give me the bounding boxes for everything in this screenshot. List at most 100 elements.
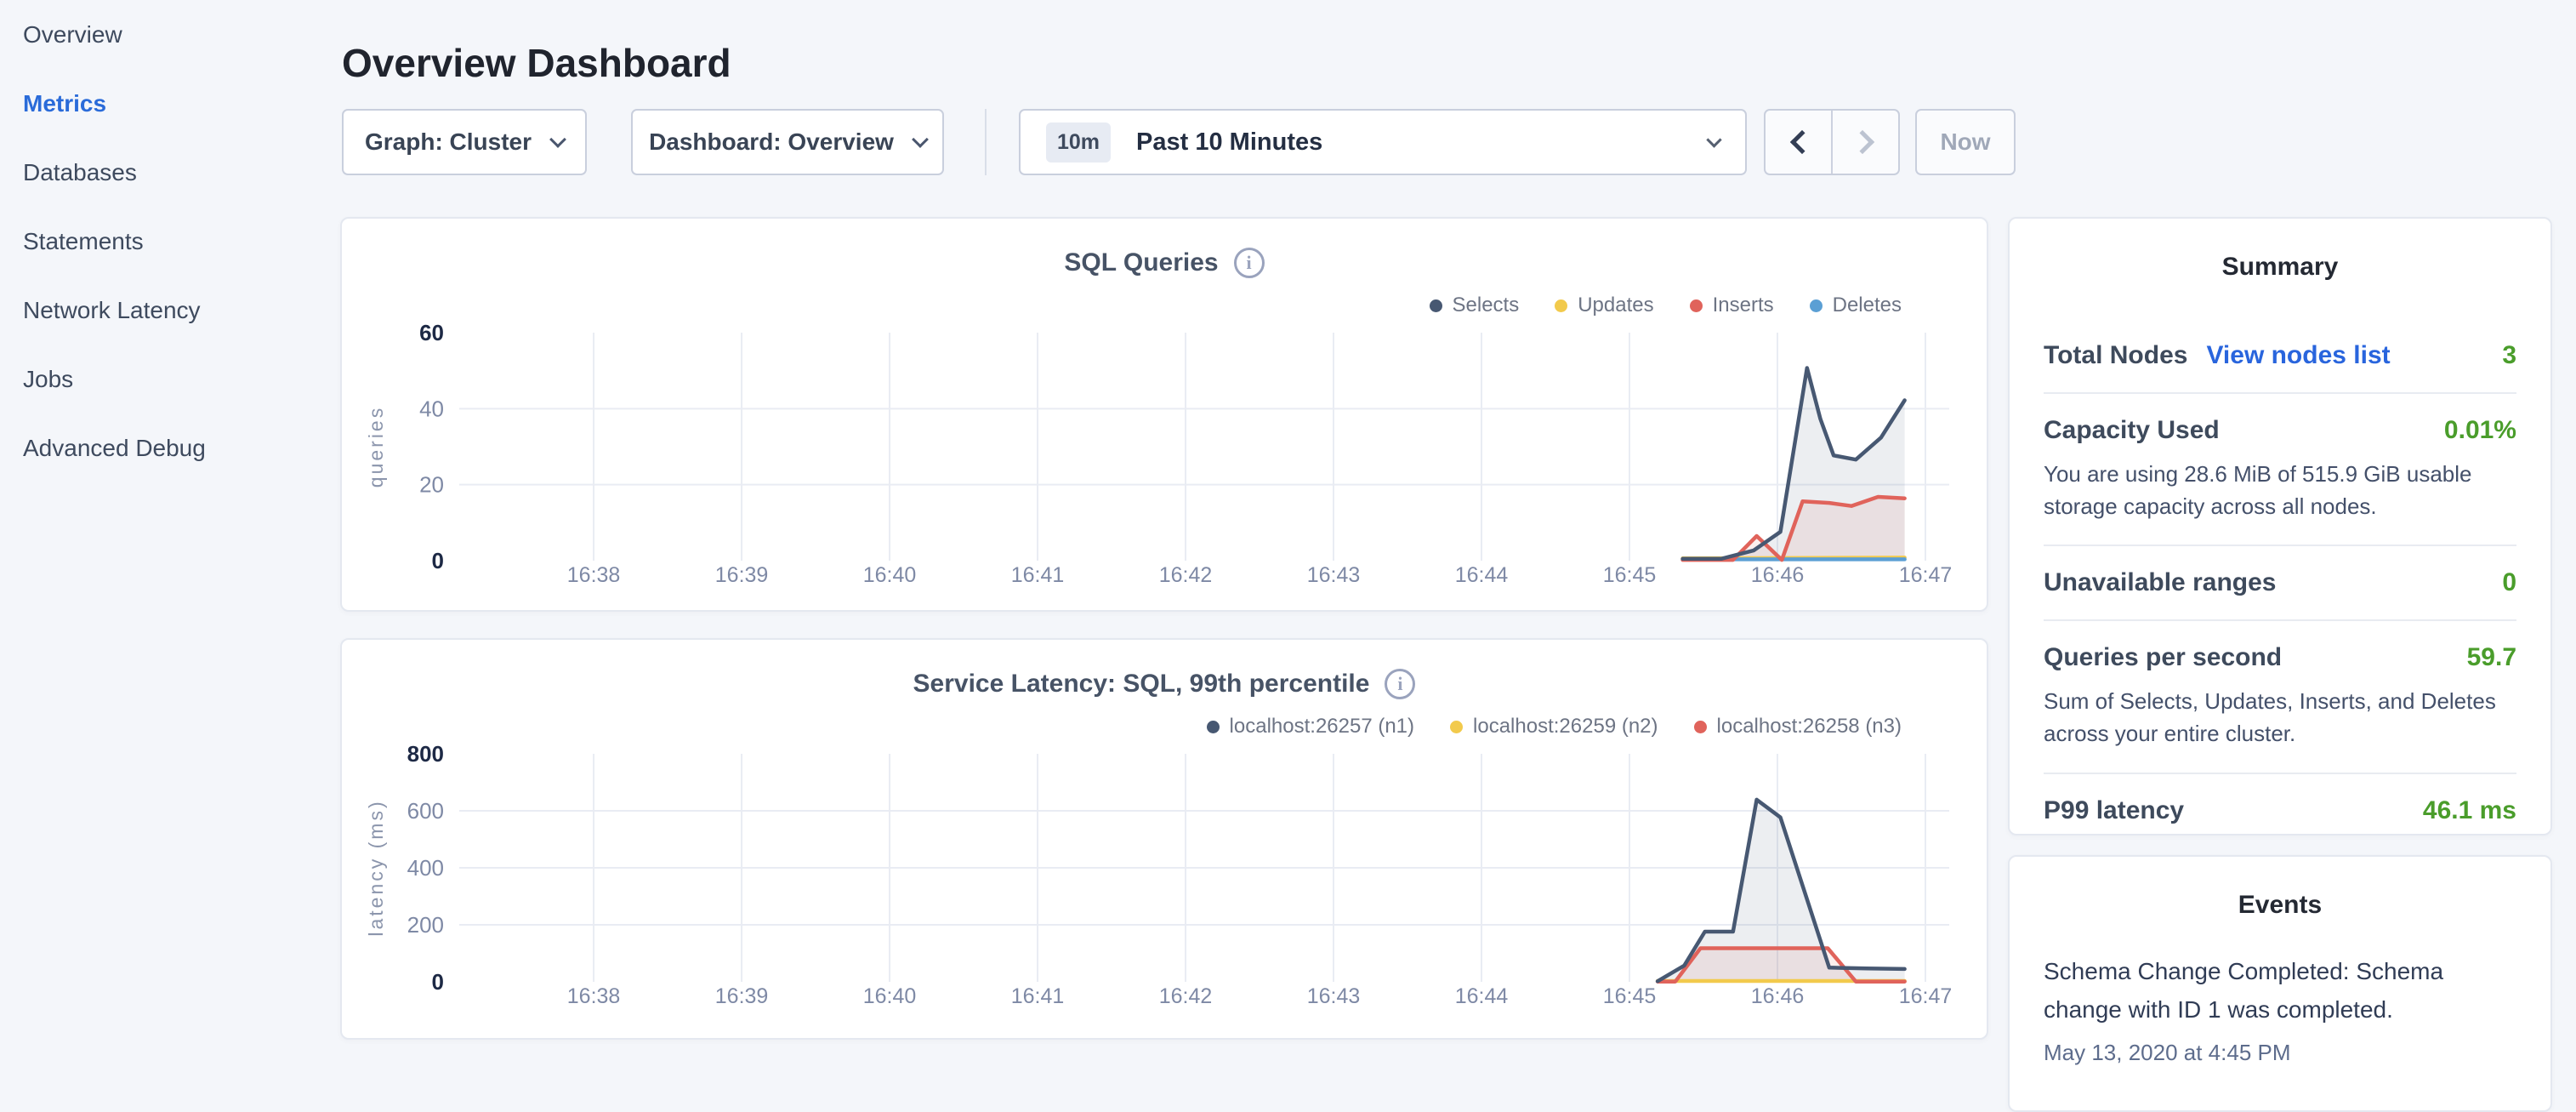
svg-text:queries: queries	[365, 406, 387, 488]
event-timestamp: May 13, 2020 at 4:45 PM	[2044, 1040, 2516, 1066]
sidebar-item-metrics[interactable]: Metrics	[0, 69, 328, 138]
svg-text:20: 20	[419, 472, 444, 498]
time-forward-button[interactable]	[1831, 111, 1898, 174]
svg-text:16:38: 16:38	[567, 984, 621, 1008]
info-icon[interactable]: i	[1234, 248, 1265, 278]
summary-row: Capacity Used0.01%You are using 28.6 MiB…	[2044, 394, 2516, 546]
summary-rows: Total NodesView nodes list3 Capacity Used…	[2044, 319, 2516, 835]
legend-label: Deletes	[1833, 294, 1902, 317]
info-icon[interactable]: i	[1385, 669, 1415, 699]
legend-item[interactable]: localhost:26258 (n3)	[1694, 715, 1902, 738]
chart-legend: localhost:26257 (n1) localhost:26259 (n2)…	[1207, 715, 1902, 738]
svg-text:16:47: 16:47	[1899, 563, 1953, 587]
legend-item[interactable]: Selects	[1430, 294, 1520, 317]
svg-text:16:42: 16:42	[1159, 984, 1213, 1008]
legend-label: localhost:26257 (n1)	[1230, 715, 1414, 738]
summary-row-value: 0.01%	[2444, 416, 2516, 445]
svg-text:40: 40	[419, 396, 444, 421]
summary-row-label: Capacity Used	[2044, 416, 2220, 445]
legend-dot-icon	[1690, 299, 1703, 312]
legend-item[interactable]: Deletes	[1810, 294, 1902, 317]
svg-text:16:40: 16:40	[863, 984, 917, 1008]
time-back-button[interactable]	[1766, 111, 1831, 174]
overview-dashboard-page: { "page": { "title": "Overview Dashboard…	[0, 0, 2576, 1052]
svg-text:60: 60	[419, 320, 444, 345]
summary-row: Total NodesView nodes list3	[2044, 319, 2516, 394]
svg-text:16:45: 16:45	[1603, 984, 1657, 1008]
svg-text:16:44: 16:44	[1455, 563, 1509, 587]
page-title: Overview Dashboard	[342, 40, 731, 86]
summary-row-value: 59.7	[2467, 643, 2516, 672]
svg-text:16:47: 16:47	[1899, 984, 1953, 1008]
svg-text:16:46: 16:46	[1751, 984, 1805, 1008]
dashboard-dropdown[interactable]: Dashboard: Overview	[631, 109, 944, 175]
svg-text:0: 0	[432, 969, 444, 995]
svg-text:16:41: 16:41	[1011, 563, 1065, 587]
service-latency-chart[interactable]: 0 200 400 600 800 16:38 16:39 16:40 16:41 16:42 16…	[342, 640, 1987, 1038]
summary-row: Unavailable ranges 0	[2044, 546, 2516, 621]
now-button-label: Now	[1940, 128, 1990, 156]
summary-row: P99 latency 46.1 ms	[2044, 774, 2516, 835]
svg-text:latency (ms): latency (ms)	[365, 799, 387, 936]
sidebar-item-network-latency[interactable]: Network Latency	[0, 276, 328, 345]
legend-label: Updates	[1578, 294, 1653, 317]
summary-row-subtext: Sum of Selects, Updates, Inserts, and De…	[2044, 686, 2516, 750]
legend-label: Selects	[1453, 294, 1520, 317]
legend-label: localhost:26259 (n2)	[1473, 715, 1658, 738]
summary-row-label: P99 latency	[2044, 796, 2184, 825]
legend-dot-icon	[1555, 299, 1567, 312]
chart-title: Service Latency: SQL, 99th percentile	[913, 670, 1370, 699]
event-text: Schema Change Completed: Schema change w…	[2044, 952, 2516, 1029]
summary-row-label: Unavailable ranges	[2044, 568, 2276, 597]
sidebar-item-advanced-debug[interactable]: Advanced Debug	[0, 413, 328, 482]
graph-scope-dropdown[interactable]: Graph: Cluster	[342, 109, 587, 175]
legend-item[interactable]: Inserts	[1690, 294, 1774, 317]
sql-queries-chart-card: 020406016:3816:3916:4016:4116:4216:4316:…	[340, 217, 1988, 612]
chevron-down-icon	[912, 131, 929, 148]
legend-item[interactable]: localhost:26259 (n2)	[1450, 715, 1658, 738]
svg-text:16:42: 16:42	[1159, 563, 1213, 587]
sidebar-item-overview[interactable]: Overview	[0, 0, 328, 69]
svg-text:400: 400	[407, 855, 444, 881]
legend-item[interactable]: Updates	[1555, 294, 1653, 317]
summary-row-label: Queries per second	[2044, 643, 2282, 672]
svg-text:16:41: 16:41	[1011, 984, 1065, 1008]
svg-text:16:39: 16:39	[715, 563, 769, 587]
dashboard-dropdown-label: Dashboard: Overview	[649, 128, 894, 156]
svg-text:200: 200	[407, 912, 444, 938]
event-list-item[interactable]: Schema Change Completed: Schema change w…	[2044, 952, 2516, 1066]
svg-text:800: 800	[407, 741, 444, 767]
chevron-right-icon	[1850, 130, 1874, 154]
svg-text:0: 0	[432, 548, 444, 573]
svg-text:16:38: 16:38	[567, 563, 621, 587]
time-step-buttons	[1764, 109, 1900, 175]
sidebar-nav: OverviewMetricsDatabasesStatementsNetwor…	[0, 0, 328, 482]
svg-text:600: 600	[407, 798, 444, 824]
time-range-dropdown[interactable]: 10m Past 10 Minutes	[1019, 109, 1747, 175]
svg-text:16:39: 16:39	[715, 984, 769, 1008]
view-nodes-list-link[interactable]: View nodes list	[2206, 341, 2390, 370]
svg-text:16:43: 16:43	[1307, 984, 1361, 1008]
chart-title: SQL Queries	[1064, 248, 1218, 277]
summary-row-value: 0	[2502, 568, 2516, 597]
legend-dot-icon	[1207, 721, 1220, 733]
sidebar-item-databases[interactable]: Databases	[0, 138, 328, 207]
svg-text:16:46: 16:46	[1751, 563, 1805, 587]
legend-dot-icon	[1430, 299, 1442, 312]
service-latency-chart-card: 0 200 400 600 800 16:38 16:39 16:40 16:41 16:42 16…	[340, 638, 1988, 1040]
chevron-down-icon	[1706, 132, 1721, 147]
svg-text:16:45: 16:45	[1603, 563, 1657, 587]
summary-row-value: 46.1 ms	[2423, 796, 2516, 825]
legend-item[interactable]: localhost:26257 (n1)	[1207, 715, 1414, 738]
events-panel: Events Schema Change Completed: Schema c…	[2008, 855, 2552, 1112]
sidebar-item-statements[interactable]: Statements	[0, 207, 328, 276]
legend-label: localhost:26258 (n3)	[1717, 715, 1902, 738]
svg-text:16:40: 16:40	[863, 563, 917, 587]
chevron-left-icon	[1789, 130, 1813, 154]
controls-divider	[985, 109, 987, 175]
events-title: Events	[2010, 891, 2550, 920]
time-range-badge: 10m	[1046, 123, 1111, 163]
now-button[interactable]: Now	[1915, 109, 2016, 175]
sidebar-item-jobs[interactable]: Jobs	[0, 345, 328, 413]
svg-text:16:44: 16:44	[1455, 984, 1509, 1008]
